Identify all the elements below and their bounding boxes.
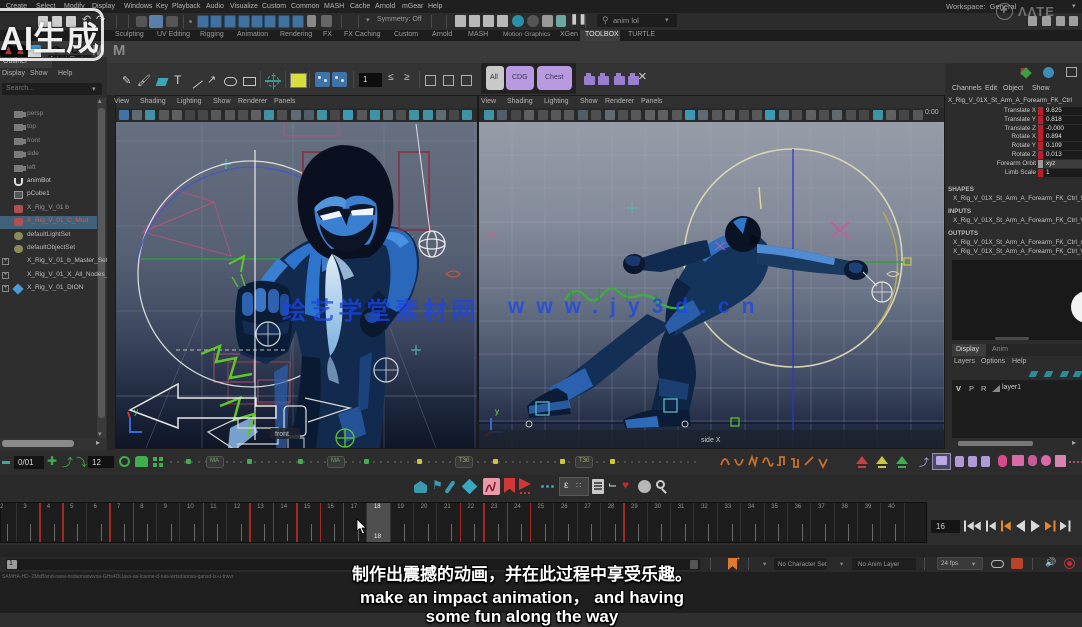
- svg-text:side X: side X: [701, 437, 721, 444]
- svg-text:y: y: [134, 407, 138, 416]
- svg-text:front: front: [275, 431, 289, 438]
- svg-text:y: y: [495, 407, 499, 416]
